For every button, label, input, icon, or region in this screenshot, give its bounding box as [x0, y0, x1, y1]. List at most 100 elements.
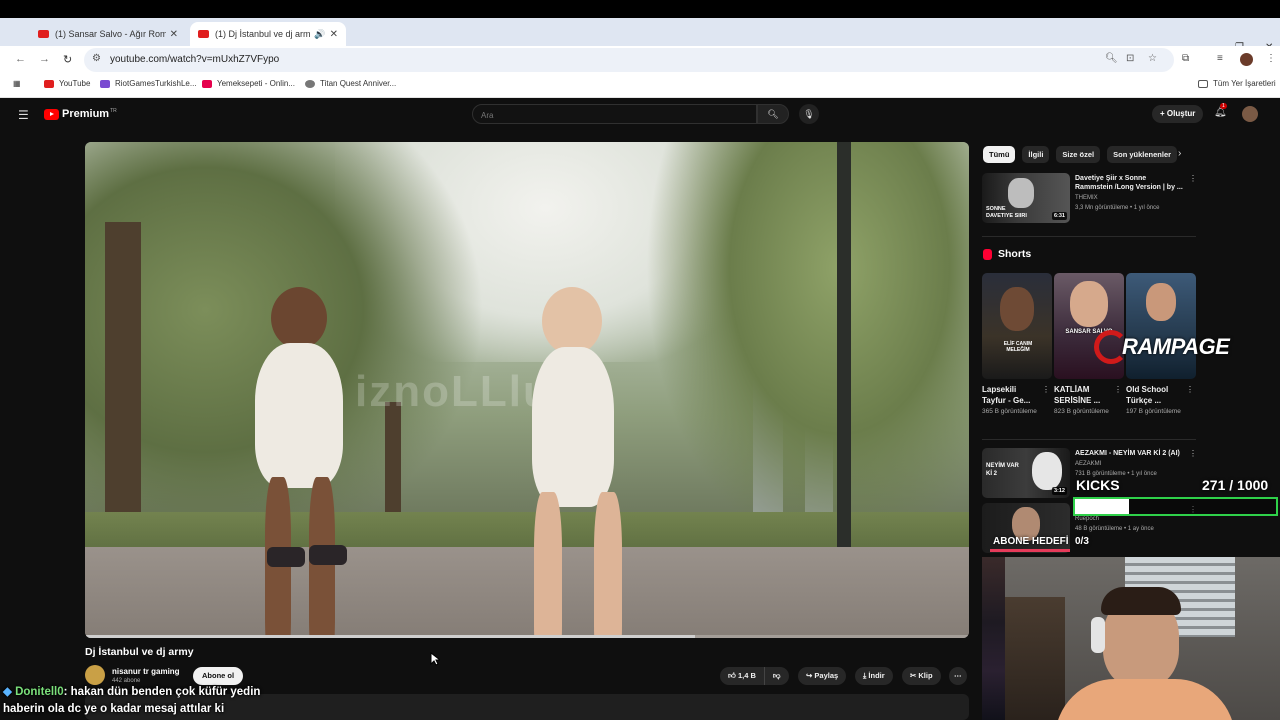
bookmark-label: Yemeksepeti - Onlin... — [217, 79, 295, 88]
channel-name: Ruepoch — [1075, 516, 1100, 522]
share-button[interactable]: ↪ Paylaş — [798, 667, 847, 685]
menu-icon[interactable]: ☰ — [18, 108, 29, 122]
recommended-video[interactable]: SONNE DAVETIYE SIIRI 6:31 Davetiye Şiir … — [982, 173, 1197, 223]
more-icon[interactable]: ⋮ — [1042, 385, 1050, 394]
webcam-shelf — [1005, 597, 1065, 720]
notification-badge: 1 — [1220, 103, 1227, 109]
download-button[interactable]: ⤓ İndir — [855, 667, 893, 685]
channel-avatar[interactable] — [85, 665, 105, 685]
chip-recent[interactable]: Son yüklenenler — [1107, 146, 1178, 163]
site-info-icon[interactable]: ⚙ — [92, 53, 101, 64]
rampage-overlay: RAMPAGE — [1094, 330, 1230, 364]
video-thumbnail: NEYİM VAR Kİ 2 3:12 — [982, 448, 1070, 498]
video-title: Dj İstanbul ve dj army — [85, 646, 194, 658]
more-icon[interactable]: ⋮ — [1189, 449, 1197, 458]
roller-skate — [309, 545, 347, 565]
video-tree-trunk — [105, 222, 141, 552]
chat-badge-icon: ◆ — [3, 686, 12, 698]
youtube-masthead: ☰ Premium TR 🔍︎ 🎙︎ + Oluştur 🔔︎1 — [0, 98, 1280, 132]
address-bar[interactable]: ⚙ youtube.com/watch?v=mUxhZ7VFypo 🔍︎ ⊡ ☆ — [84, 48, 1174, 72]
video-player[interactable]: iznoLLlug — [85, 142, 969, 638]
bookmark-riot[interactable]: RiotGamesTurkishLe... — [100, 79, 197, 88]
video-duration: 3:12 — [1051, 487, 1067, 495]
like-button[interactable]: 👍︎ 1,4 B — [720, 667, 764, 685]
like-count: 1,4 B — [737, 671, 756, 680]
media-controls-icon[interactable]: ≡ — [1217, 53, 1223, 64]
short-item[interactable]: ELİF CANIM MELEĞİM Lapsekili Tayfur - Ge… — [982, 273, 1052, 417]
youtube-favicon-icon — [198, 30, 209, 38]
install-icon[interactable]: ⊡ — [1126, 53, 1134, 64]
chat-message: ◆ Donitell0: hakan dün benden çok küfür … — [0, 684, 262, 718]
youtube-premium-logo[interactable]: Premium TR — [44, 108, 117, 120]
yemeksepeti-icon — [202, 79, 212, 88]
chip-all[interactable]: Tümü — [983, 146, 1016, 163]
bookmark-star-icon[interactable]: ☆ — [1148, 53, 1157, 64]
create-button[interactable]: + Oluştur — [1152, 105, 1204, 123]
zoom-icon[interactable]: 🔍︎ — [1105, 53, 1118, 64]
video-progress-bar[interactable] — [85, 635, 969, 638]
baby-body — [532, 347, 614, 507]
shorts-header: Shorts — [983, 248, 1031, 260]
rampage-text: RAMPAGE — [1122, 334, 1230, 359]
baby-head — [542, 287, 602, 355]
more-icon: ⋯ — [954, 671, 962, 680]
thumbs-up-icon: 👍︎ — [728, 671, 736, 680]
bookmarks-bar: ▦ YouTube RiotGamesTurkishLe... Yemeksep… — [0, 74, 1280, 98]
channel-name[interactable]: nisanur tr gaming — [112, 667, 180, 676]
search-icon: 🔍︎ — [767, 109, 779, 119]
search-input[interactable] — [473, 106, 756, 125]
chevron-right-icon[interactable]: › — [1178, 148, 1181, 159]
browser-tab-1[interactable]: (1) Sansar Salvo - Ağır Roman ( ✕ — [30, 22, 186, 46]
baby-leg — [534, 492, 562, 638]
browser-tab-2[interactable]: (1) Dj İstanbul ve dj army - 🔊 ✕ — [190, 22, 346, 46]
account-avatar[interactable] — [1242, 106, 1258, 122]
bookmark-yemeksepeti[interactable]: Yemeksepeti - Onlin... — [202, 79, 295, 88]
search-button[interactable]: 🔍︎ — [757, 104, 789, 124]
forward-icon[interactable]: → — [39, 53, 50, 65]
search-box[interactable] — [472, 104, 757, 125]
filter-chips: Tümü İlgili Size özel Son yüklenenler — [983, 146, 1184, 163]
section-divider — [982, 439, 1196, 440]
chip-for-you[interactable]: Size özel — [1056, 146, 1101, 163]
channel-name: AEZAKMI — [1075, 461, 1102, 467]
more-icon[interactable]: ⋮ — [1114, 385, 1122, 394]
more-actions-button[interactable]: ⋯ — [949, 667, 967, 685]
short-thumbnail: ELİF CANIM MELEĞİM — [982, 273, 1052, 379]
video-meta: 48 B görüntüleme • 1 ay önce — [1075, 526, 1154, 532]
share-icon: ↪ — [806, 671, 813, 680]
bookmark-youtube[interactable]: YouTube — [44, 79, 90, 88]
tab-close-icon[interactable]: ✕ — [170, 29, 178, 40]
chip-related[interactable]: İlgili — [1022, 146, 1050, 163]
notifications-button[interactable]: 🔔︎ 1 — [1214, 103, 1227, 118]
more-icon[interactable]: ⋮ — [1189, 174, 1197, 183]
kicks-progress-fill — [1075, 499, 1130, 514]
youtube-icon — [44, 79, 54, 88]
video-thumbnail: SONNE DAVETIYE SIIRI 6:31 — [982, 173, 1070, 223]
reload-icon[interactable]: ↻ — [63, 53, 72, 66]
profile-avatar[interactable] — [1240, 53, 1253, 66]
all-bookmarks[interactable]: Tüm Yer İşaretleri — [1198, 79, 1276, 88]
dislike-button[interactable]: 👎︎ — [763, 667, 789, 685]
clip-button[interactable]: ✂ Klip — [902, 667, 941, 685]
back-icon[interactable]: ← — [15, 53, 26, 65]
chrome-menu-icon[interactable]: ⋮ — [1266, 53, 1276, 64]
speaker-icon[interactable]: 🔊 — [314, 29, 325, 40]
channel-name: THEMIX — [1075, 195, 1098, 201]
thumbnail-text: ELİF CANIM MELEĞİM — [1003, 341, 1033, 353]
apps-grid-icon[interactable]: ▦ — [13, 79, 21, 88]
video-title: AEZAKMI - NEYİM VAR Kİ 2 (AI) — [1075, 450, 1180, 457]
voice-search-button[interactable]: 🎙︎ — [799, 104, 819, 124]
tab-close-icon[interactable]: ✕ — [330, 29, 338, 40]
bookmark-titan-quest[interactable]: Titan Quest Anniver... — [305, 79, 396, 88]
baby-leg — [594, 492, 622, 638]
more-icon[interactable]: ⋮ — [1186, 385, 1194, 394]
extensions-icon[interactable]: ⧉ — [1182, 53, 1189, 64]
riot-icon — [100, 79, 110, 88]
kicks-progress-bar — [1073, 497, 1278, 516]
subscribe-button[interactable]: Abone ol — [193, 667, 244, 685]
thumbs-down-icon: 👎︎ — [772, 671, 781, 680]
clip-group: ✂ Klip — [902, 667, 941, 685]
mic-icon: 🎙︎ — [803, 109, 815, 119]
logo-region: TR — [110, 108, 117, 114]
short-views: 197 B görüntüleme — [1126, 408, 1181, 415]
